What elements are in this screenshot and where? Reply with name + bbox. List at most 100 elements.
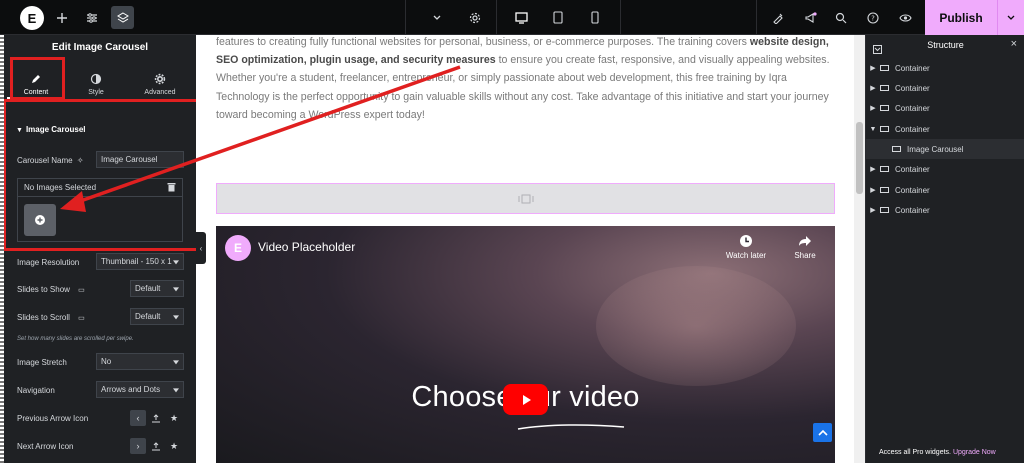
upgrade-now-link[interactable]: Upgrade Now: [953, 449, 996, 456]
star-icon[interactable]: ★: [166, 410, 182, 426]
tab-advanced[interactable]: Advanced: [131, 73, 189, 96]
watch-later-button[interactable]: Watch later: [721, 234, 771, 260]
image-stretch-select[interactable]: No: [96, 353, 184, 370]
chevron-down-icon[interactable]: [997, 0, 1024, 35]
carousel-icon: [518, 194, 533, 203]
scroll-to-top-button[interactable]: [813, 423, 832, 442]
structure-item-image-carousel[interactable]: Image Carousel: [866, 139, 1024, 159]
structure-item-container[interactable]: ▶ Container: [866, 180, 1024, 200]
structure-panel: Structure × ▶ Container ▶ Container ▶ Conta…: [865, 35, 1024, 463]
desktop-icon[interactable]: ▭: [78, 315, 85, 322]
play-icon: [522, 394, 531, 405]
half-circle-icon: [90, 73, 102, 85]
add-element-icon[interactable]: [52, 0, 72, 35]
chevron-down-icon: [173, 286, 179, 291]
elementor-logo[interactable]: E: [20, 6, 44, 30]
structure-item-container[interactable]: ▶ Container: [866, 98, 1024, 118]
field-label-slides-to-scroll: Slides to Scroll ▭: [17, 313, 85, 322]
add-images-button[interactable]: [24, 204, 56, 236]
pro-widgets-notice: Access all Pro widgets. Upgrade Now: [879, 449, 996, 456]
tab-style[interactable]: Style: [67, 73, 125, 96]
video-title[interactable]: Video Placeholder: [258, 240, 355, 254]
divider: [496, 0, 497, 35]
field-label-previous-arrow-icon: Previous Arrow Icon: [17, 414, 89, 423]
channel-avatar[interactable]: E: [225, 235, 251, 261]
video-embed[interactable]: E Video Placeholder Watch later Share Ch…: [216, 226, 835, 463]
search-icon[interactable]: [832, 0, 850, 35]
chevron-left-icon[interactable]: ‹: [130, 410, 146, 426]
chevron-right-icon[interactable]: ›: [130, 438, 146, 454]
collapse-panel-chevron-icon[interactable]: ‹: [196, 232, 206, 264]
caret-right-icon[interactable]: ▶: [866, 206, 880, 214]
edit-panel: Edit Image Carousel Content Style Advanc…: [4, 35, 196, 463]
field-label-navigation: Navigation: [17, 386, 55, 395]
structure-title: Structure: [927, 40, 964, 50]
help-icon[interactable]: ?: [864, 0, 882, 35]
gallery-header: No Images Selected: [18, 179, 182, 197]
chevron-down-icon[interactable]: [428, 0, 446, 35]
structure-item-container[interactable]: ▶ Container: [866, 200, 1024, 220]
publish-label: Publish: [939, 10, 983, 25]
canvas-scrollbar[interactable]: [854, 35, 865, 463]
caret-right-icon[interactable]: ▶: [866, 64, 880, 72]
preview-eye-icon[interactable]: [896, 0, 914, 35]
image-carousel-placeholder[interactable]: [216, 183, 835, 214]
desktop-icon[interactable]: [511, 0, 531, 35]
slides-to-scroll-hint: Set how many slides are scrolled per swi…: [17, 336, 134, 342]
tab-style-label: Style: [88, 89, 104, 96]
share-arrow-icon: [799, 236, 811, 246]
container-icon: [880, 166, 889, 172]
publish-button[interactable]: Publish: [925, 0, 1024, 35]
carousel-name-input[interactable]: Image Carousel: [96, 151, 184, 168]
chevron-up-icon: [817, 429, 828, 436]
structure-item-container[interactable]: ▶ Container: [866, 58, 1024, 78]
slides-to-scroll-select[interactable]: Default: [130, 308, 184, 325]
caret-down-icon[interactable]: ▼: [866, 126, 880, 133]
upload-svg-icon[interactable]: [148, 438, 164, 454]
image-resolution-select[interactable]: Thumbnail - 150 x 1: [96, 253, 184, 270]
top-bar: E ? Publish: [0, 0, 1024, 35]
close-icon[interactable]: ×: [1011, 38, 1017, 50]
star-icon[interactable]: ★: [166, 438, 182, 454]
section-title[interactable]: ▼ Image Carousel: [16, 125, 86, 134]
desktop-icon[interactable]: ▭: [78, 287, 85, 294]
notifications-megaphone-icon[interactable]: [800, 0, 820, 35]
divider: [620, 0, 621, 35]
structure-item-container[interactable]: ▼ Container: [866, 119, 1024, 139]
chevron-down-icon: [173, 359, 179, 364]
site-settings-icon[interactable]: [82, 0, 102, 35]
page-settings-gear-icon[interactable]: [466, 0, 484, 35]
chevron-down-icon: [173, 259, 179, 264]
divider: [405, 0, 406, 35]
share-button[interactable]: Share: [780, 234, 830, 260]
trash-icon[interactable]: [167, 182, 176, 194]
ai-brush-icon[interactable]: [768, 0, 788, 35]
gear-icon: [154, 73, 166, 85]
mobile-icon[interactable]: [586, 0, 604, 35]
navigation-select[interactable]: Arrows and Dots: [96, 381, 184, 398]
caret-right-icon[interactable]: ▶: [866, 104, 880, 112]
field-label-slides-to-show: Slides to Show ▭: [17, 285, 85, 294]
scrollbar-thumb[interactable]: [856, 122, 863, 194]
upload-svg-icon[interactable]: [148, 410, 164, 426]
ai-sparkle-icon[interactable]: ✧: [77, 156, 84, 165]
container-icon: [880, 126, 889, 132]
caret-right-icon[interactable]: ▶: [866, 186, 880, 194]
structure-item-container[interactable]: ▶ Container: [866, 159, 1024, 179]
field-label-next-arrow-icon: Next Arrow Icon: [17, 442, 74, 451]
chevron-down-icon: [173, 314, 179, 319]
field-label-image-stretch: Image Stretch: [17, 358, 67, 367]
carousel-icon: [892, 146, 901, 152]
structure-layers-icon[interactable]: [111, 6, 134, 29]
caret-right-icon[interactable]: ▶: [866, 84, 880, 92]
field-label-image-resolution: Image Resolution: [17, 258, 80, 267]
caret-right-icon[interactable]: ▶: [866, 165, 880, 173]
structure-item-container[interactable]: ▶ Container: [866, 78, 1024, 98]
container-icon: [880, 85, 889, 91]
tablet-icon[interactable]: [548, 0, 568, 35]
container-icon: [880, 187, 889, 193]
youtube-play-button[interactable]: [503, 384, 548, 415]
container-icon: [880, 105, 889, 111]
svg-text:?: ?: [871, 14, 875, 22]
slides-to-show-select[interactable]: Default: [130, 280, 184, 297]
